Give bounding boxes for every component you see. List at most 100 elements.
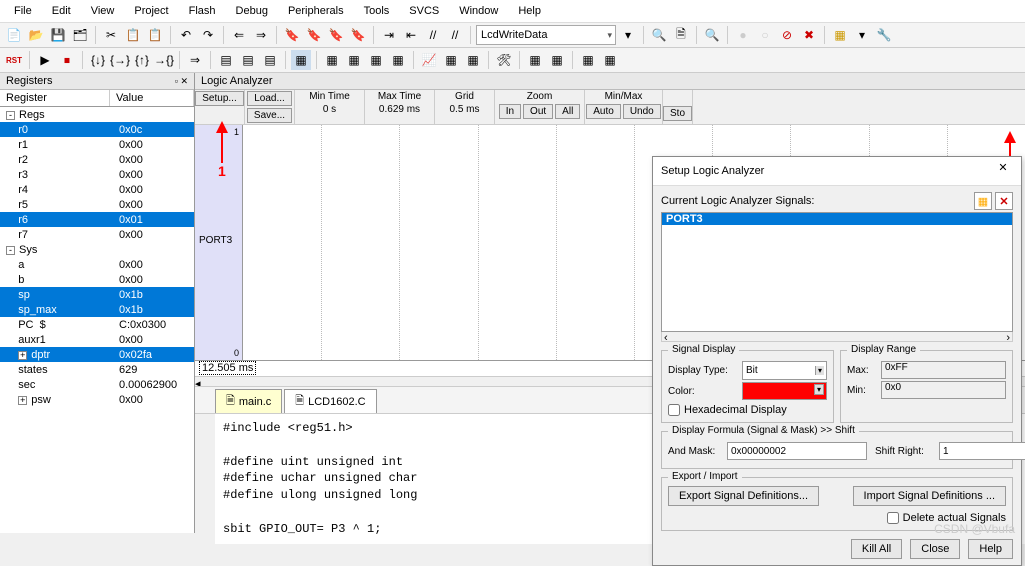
register-row[interactable]: PC $C:0x0300 [0, 317, 194, 332]
symbols-icon[interactable]: ▤ [260, 50, 280, 70]
run-icon[interactable]: ▶ [35, 50, 55, 70]
menu-view[interactable]: View [81, 2, 125, 20]
registers-tree[interactable]: -Regs r00x0c r10x00 r20x00 r30x00 r40x00… [0, 107, 194, 533]
register-row[interactable]: sp_max0x1b [0, 302, 194, 317]
la-setup-button[interactable]: Setup... [195, 91, 243, 106]
list-scrollbar[interactable]: ‹› [661, 332, 1013, 342]
register-row[interactable]: +dptr0x02fa [0, 347, 194, 362]
coverage-icon[interactable]: ▦ [547, 50, 567, 70]
symbol-combo[interactable]: LcdWriteData [476, 25, 616, 45]
outdent-icon[interactable]: ⇤ [401, 25, 421, 45]
register-row[interactable]: r10x00 [0, 137, 194, 152]
toolbox-icon[interactable]: 🛠 [494, 50, 514, 70]
trace-icon[interactable]: ▦ [441, 50, 461, 70]
window-drop-icon[interactable]: ▾ [852, 25, 872, 45]
bookmark-icon[interactable]: 🔖 [282, 25, 302, 45]
stop-icon[interactable]: ⏹ [57, 50, 77, 70]
stepout-icon[interactable]: {↑} [132, 50, 152, 70]
register-row[interactable]: +psw0x00 [0, 392, 194, 407]
menu-flash[interactable]: Flash [179, 2, 226, 20]
close-button[interactable]: Close [910, 539, 960, 559]
menu-window[interactable]: Window [449, 2, 508, 20]
kill-all-button[interactable]: Kill All [851, 539, 902, 559]
la-zoom-out-button[interactable]: Out [523, 104, 553, 119]
comment-icon[interactable]: // [423, 25, 443, 45]
and-mask-field[interactable] [727, 442, 867, 460]
la-auto-button[interactable]: Auto [586, 104, 621, 119]
delete-signals-checkbox[interactable] [887, 512, 899, 524]
saveall-icon[interactable]: 🗂 [70, 25, 90, 45]
stepinto-icon[interactable]: {↓} [88, 50, 108, 70]
register-row[interactable]: r50x00 [0, 197, 194, 212]
register-row[interactable]: r20x00 [0, 152, 194, 167]
la-undo-button[interactable]: Undo [623, 104, 661, 119]
cut-icon[interactable]: ✂ [101, 25, 121, 45]
register-row[interactable]: -Regs [0, 107, 194, 122]
display-type-select[interactable]: Bit [742, 361, 827, 380]
open-icon[interactable]: 📂 [26, 25, 46, 45]
memory-icon[interactable]: ▦ [366, 50, 386, 70]
findfiles-icon[interactable]: 🗎 [671, 25, 691, 45]
nav-back-icon[interactable]: ⇐ [229, 25, 249, 45]
dialog-close-button[interactable]: ✕ [993, 161, 1013, 181]
hex-display-checkbox[interactable] [668, 404, 680, 416]
export-signals-button[interactable]: Export Signal Definitions... [668, 486, 819, 506]
paste-icon[interactable]: 📋 [145, 25, 165, 45]
find-icon[interactable]: 🔍 [649, 25, 669, 45]
periodic-icon[interactable]: ▦ [578, 50, 598, 70]
stepover-icon[interactable]: {→} [110, 50, 130, 70]
window-icon[interactable]: ▦ [830, 25, 850, 45]
menu-tools[interactable]: Tools [354, 2, 400, 20]
signal-item-port3[interactable]: PORT3 [662, 213, 1012, 225]
analyzer-icon[interactable]: 📈 [419, 50, 439, 70]
register-row[interactable]: a0x00 [0, 257, 194, 272]
register-row[interactable]: sec0.00062900 [0, 377, 194, 392]
register-row[interactable]: r40x00 [0, 182, 194, 197]
menu-file[interactable]: File [4, 2, 42, 20]
menu-debug[interactable]: Debug [226, 2, 278, 20]
register-row[interactable]: auxr10x00 [0, 332, 194, 347]
register-row[interactable]: b0x00 [0, 272, 194, 287]
copy-icon[interactable]: 📋 [123, 25, 143, 45]
breakpoint2-icon[interactable]: ○ [755, 25, 775, 45]
register-row[interactable]: states629 [0, 362, 194, 377]
import-signals-button[interactable]: Import Signal Definitions ... [853, 486, 1006, 506]
config-icon[interactable]: 🔧 [874, 25, 894, 45]
tab-main-c[interactable]: 🗎 main.c [215, 389, 282, 413]
uncomment-icon[interactable]: // [445, 25, 465, 45]
color-select[interactable] [742, 382, 827, 400]
performance-icon[interactable]: ▦ [525, 50, 545, 70]
register-row[interactable]: r60x01 [0, 212, 194, 227]
menu-edit[interactable]: Edit [42, 2, 81, 20]
la-load-button[interactable]: Load... [247, 91, 292, 106]
menu-project[interactable]: Project [124, 2, 178, 20]
cmd-icon[interactable]: ▤ [216, 50, 236, 70]
combo-drop-icon[interactable]: ▾ [618, 25, 638, 45]
serial-icon[interactable]: ▦ [388, 50, 408, 70]
new-signal-button[interactable]: ▦ [974, 192, 992, 210]
redo-icon[interactable]: ↷ [198, 25, 218, 45]
la-save-button[interactable]: Save... [247, 108, 292, 123]
bookmark-prev-icon[interactable]: 🔖 [304, 25, 324, 45]
disasm-icon[interactable]: ▤ [238, 50, 258, 70]
la-zoom-in-button[interactable]: In [499, 104, 521, 119]
breakpoint-icon[interactable]: ● [733, 25, 753, 45]
bookmark-clear-icon[interactable]: 🔖 [348, 25, 368, 45]
menu-svcs[interactable]: SVCS [399, 2, 449, 20]
new-icon[interactable]: 📄 [4, 25, 24, 45]
register-row[interactable]: -Sys [0, 242, 194, 257]
runtocursor-icon[interactable]: →{} [154, 50, 174, 70]
menu-peripherals[interactable]: Peripherals [278, 2, 354, 20]
menu-help[interactable]: Help [508, 2, 551, 20]
register-row[interactable]: r00x0c [0, 122, 194, 137]
nav-fwd-icon[interactable]: ⇒ [251, 25, 271, 45]
undo-icon[interactable]: ↶ [176, 25, 196, 45]
delete-signal-button[interactable]: ✕ [995, 192, 1013, 210]
callstack-icon[interactable]: ▦ [322, 50, 342, 70]
save-icon[interactable]: 💾 [48, 25, 68, 45]
help-button[interactable]: Help [968, 539, 1013, 559]
register-row[interactable]: r30x00 [0, 167, 194, 182]
breakpoint-kill-icon[interactable]: ✖ [799, 25, 819, 45]
la-sto-button[interactable]: Sto [663, 106, 692, 121]
debug-icon[interactable]: 🔍 [702, 25, 722, 45]
